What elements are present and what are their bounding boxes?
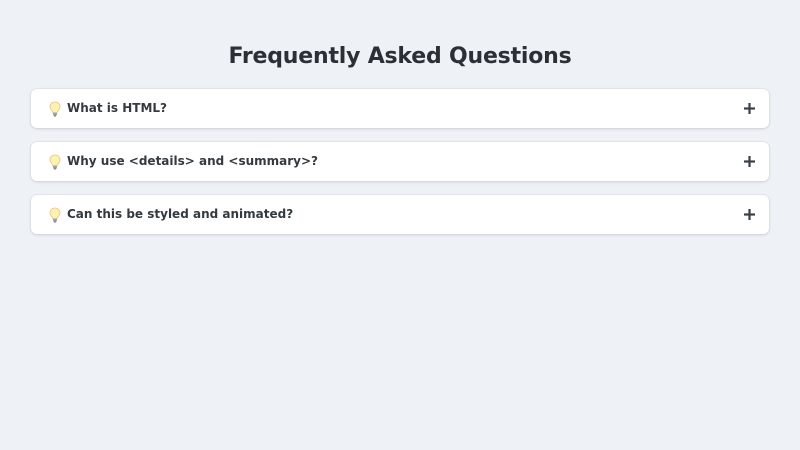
faq-question: Why use <details> and <summary>? [67, 154, 319, 168]
lightbulb-icon [31, 142, 67, 181]
faq-item[interactable]: Why use <details> and <summary>? [31, 142, 769, 181]
faq-item[interactable]: What is HTML? [31, 89, 769, 128]
lightbulb-icon [31, 89, 67, 128]
faq-list: What is HTML? Why use <details> and <sum… [31, 89, 769, 248]
plus-icon[interactable] [734, 142, 764, 181]
faq-question: What is HTML? [67, 101, 168, 115]
plus-icon[interactable] [734, 89, 764, 128]
faq-page: Frequently Asked Questions What is HTML? [0, 0, 800, 450]
faq-question: Can this be styled and animated? [67, 207, 294, 221]
lightbulb-icon [31, 195, 67, 234]
plus-icon[interactable] [734, 195, 764, 234]
page-title: Frequently Asked Questions [228, 44, 572, 69]
faq-item[interactable]: Can this be styled and animated? [31, 195, 769, 234]
